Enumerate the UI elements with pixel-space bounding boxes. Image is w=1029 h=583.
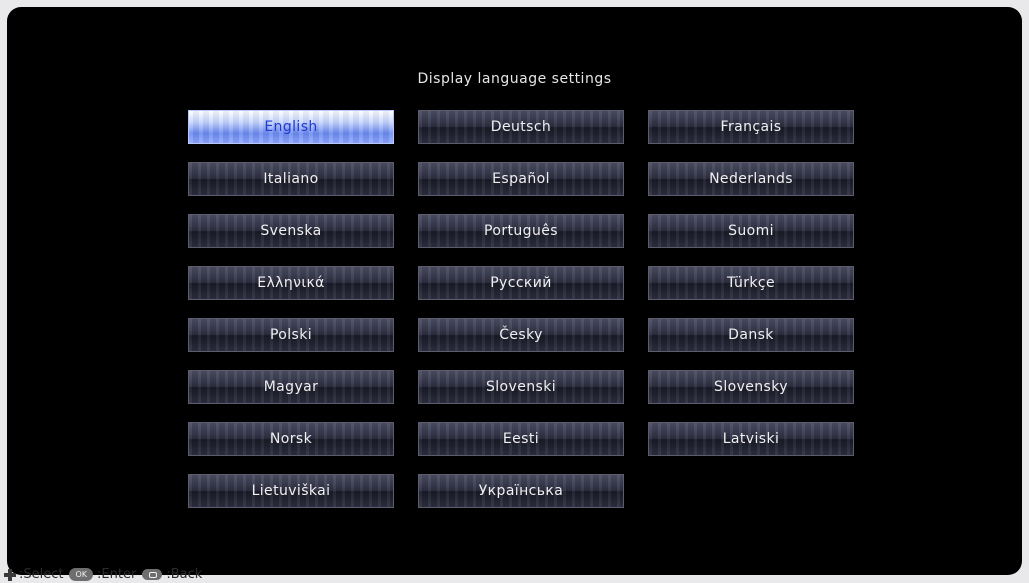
language-button-italiano[interactable]: Italiano xyxy=(188,162,394,196)
language-button-lietuviskai[interactable]: Lietuviškai xyxy=(188,474,394,508)
language-button-eesti[interactable]: Eesti xyxy=(418,422,624,456)
language-button-latviski[interactable]: Latviski xyxy=(648,422,854,456)
page-title: Display language settings xyxy=(417,71,612,87)
language-button-ukrainian[interactable]: Українська xyxy=(418,474,624,508)
language-button-english[interactable]: English xyxy=(188,110,394,144)
language-button-greek[interactable]: Ελληνικά xyxy=(188,266,394,300)
language-button-suomi[interactable]: Suomi xyxy=(648,214,854,248)
enter-hint-label: :Enter xyxy=(97,567,137,582)
language-button-polski[interactable]: Polski xyxy=(188,318,394,352)
select-hint-label: :Select xyxy=(19,567,64,582)
language-button-magyar[interactable]: Magyar xyxy=(188,370,394,404)
projector-menu-screen: Display language settings English Deutsc… xyxy=(7,7,1022,575)
footer-help-bar: :Select OK :Enter :Back xyxy=(0,566,400,583)
language-grid: English Deutsch Français Italiano Españo… xyxy=(188,110,856,508)
language-button-portugues[interactable]: Português xyxy=(418,214,624,248)
dpad-icon xyxy=(4,568,16,581)
language-button-turkce[interactable]: Türkçe xyxy=(648,266,854,300)
language-button-deutsch[interactable]: Deutsch xyxy=(418,110,624,144)
language-button-norsk[interactable]: Norsk xyxy=(188,422,394,456)
language-button-nederlands[interactable]: Nederlands xyxy=(648,162,854,196)
back-hint-label: :Back xyxy=(166,567,203,582)
back-button-icon xyxy=(142,569,163,580)
ok-button-icon: OK xyxy=(69,568,94,581)
language-button-francais[interactable]: Français xyxy=(648,110,854,144)
language-button-svenska[interactable]: Svenska xyxy=(188,214,394,248)
language-button-slovensky[interactable]: Slovensky xyxy=(648,370,854,404)
language-button-slovenski[interactable]: Slovenski xyxy=(418,370,624,404)
language-button-cesky[interactable]: Česky xyxy=(418,318,624,352)
language-button-russian[interactable]: Русский xyxy=(418,266,624,300)
language-button-dansk[interactable]: Dansk xyxy=(648,318,854,352)
language-button-espanol[interactable]: Español xyxy=(418,162,624,196)
